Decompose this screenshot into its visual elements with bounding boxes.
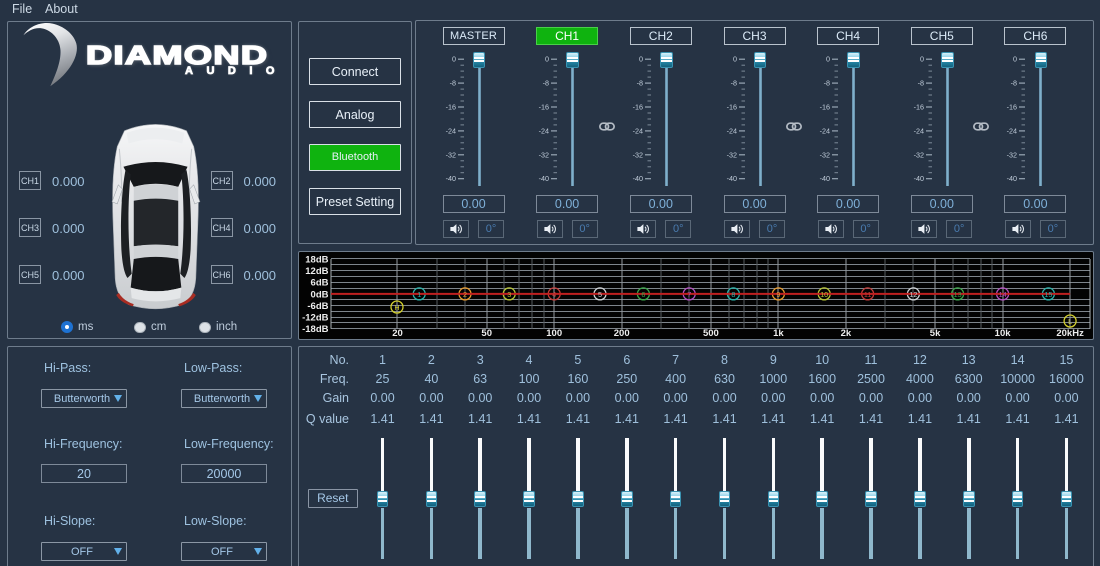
svg-text:-16: -16: [539, 103, 549, 112]
svg-text:H: H: [394, 303, 399, 312]
svg-text:-24: -24: [632, 126, 642, 135]
svg-text:20: 20: [392, 328, 403, 339]
svg-text:-8: -8: [824, 79, 830, 88]
svg-text:18dB: 18dB: [305, 255, 328, 266]
svg-text:-32: -32: [1007, 150, 1017, 159]
svg-text:-40: -40: [632, 174, 642, 183]
svg-text:5k: 5k: [929, 328, 940, 339]
svg-text:6: 6: [641, 290, 645, 299]
svg-text:5: 5: [598, 290, 602, 299]
svg-text:-40: -40: [820, 174, 830, 183]
svg-text:1k: 1k: [773, 328, 784, 339]
svg-text:6dB: 6dB: [310, 278, 328, 289]
svg-text:-6dB: -6dB: [307, 301, 328, 312]
svg-text:0dB: 0dB: [310, 289, 328, 300]
svg-text:-16: -16: [632, 103, 642, 112]
svg-text:-8: -8: [543, 79, 549, 88]
svg-text:-32: -32: [632, 150, 642, 159]
svg-text:-18dB: -18dB: [302, 324, 329, 335]
svg-text:8: 8: [731, 290, 735, 299]
svg-text:-8: -8: [730, 79, 736, 88]
svg-text:-24: -24: [1007, 126, 1017, 135]
svg-text:L: L: [1068, 317, 1072, 326]
svg-text:-40: -40: [539, 174, 549, 183]
svg-text:-40: -40: [913, 174, 923, 183]
svg-text:2k: 2k: [840, 328, 851, 339]
svg-text:-32: -32: [726, 150, 736, 159]
svg-text:200: 200: [613, 328, 629, 339]
svg-text:-16: -16: [913, 103, 923, 112]
svg-text:0: 0: [452, 55, 456, 64]
svg-text:-40: -40: [726, 174, 736, 183]
svg-text:-24: -24: [913, 126, 923, 135]
svg-text:-32: -32: [913, 150, 923, 159]
svg-text:12dB: 12dB: [305, 266, 328, 277]
svg-text:0: 0: [1013, 55, 1017, 64]
svg-text:10k: 10k: [994, 328, 1011, 339]
svg-text:1: 1: [417, 290, 421, 299]
svg-text:-24: -24: [820, 126, 830, 135]
svg-text:0: 0: [920, 55, 924, 64]
svg-text:14: 14: [998, 290, 1006, 299]
svg-text:-40: -40: [1007, 174, 1017, 183]
svg-text:-24: -24: [539, 126, 549, 135]
svg-text:-40: -40: [445, 174, 455, 183]
svg-text:-16: -16: [445, 103, 455, 112]
svg-text:100: 100: [546, 328, 562, 339]
svg-text:-12dB: -12dB: [302, 313, 329, 324]
svg-text:-24: -24: [445, 126, 455, 135]
svg-text:2: 2: [463, 290, 467, 299]
svg-text:13: 13: [953, 290, 961, 299]
svg-text:-8: -8: [449, 79, 455, 88]
svg-text:-32: -32: [539, 150, 549, 159]
svg-text:4: 4: [552, 290, 556, 299]
svg-text:-24: -24: [726, 126, 736, 135]
svg-text:0: 0: [733, 55, 737, 64]
svg-text:-16: -16: [820, 103, 830, 112]
svg-text:0: 0: [639, 55, 643, 64]
svg-text:-32: -32: [445, 150, 455, 159]
svg-text:-16: -16: [1007, 103, 1017, 112]
svg-text:10: 10: [820, 290, 828, 299]
svg-text:-8: -8: [917, 79, 923, 88]
svg-text:500: 500: [702, 328, 718, 339]
svg-text:-8: -8: [636, 79, 642, 88]
svg-text:15: 15: [1044, 290, 1052, 299]
svg-text:-8: -8: [1011, 79, 1017, 88]
svg-text:50: 50: [481, 328, 492, 339]
svg-text:0: 0: [826, 55, 830, 64]
svg-text:9: 9: [776, 290, 780, 299]
svg-text:-32: -32: [820, 150, 830, 159]
svg-text:-16: -16: [726, 103, 736, 112]
svg-text:11: 11: [863, 290, 870, 299]
svg-text:7: 7: [687, 290, 691, 299]
svg-text:0: 0: [545, 55, 549, 64]
svg-text:3: 3: [507, 290, 511, 299]
svg-text:20kHz: 20kHz: [1056, 328, 1084, 339]
svg-text:12: 12: [909, 290, 917, 299]
